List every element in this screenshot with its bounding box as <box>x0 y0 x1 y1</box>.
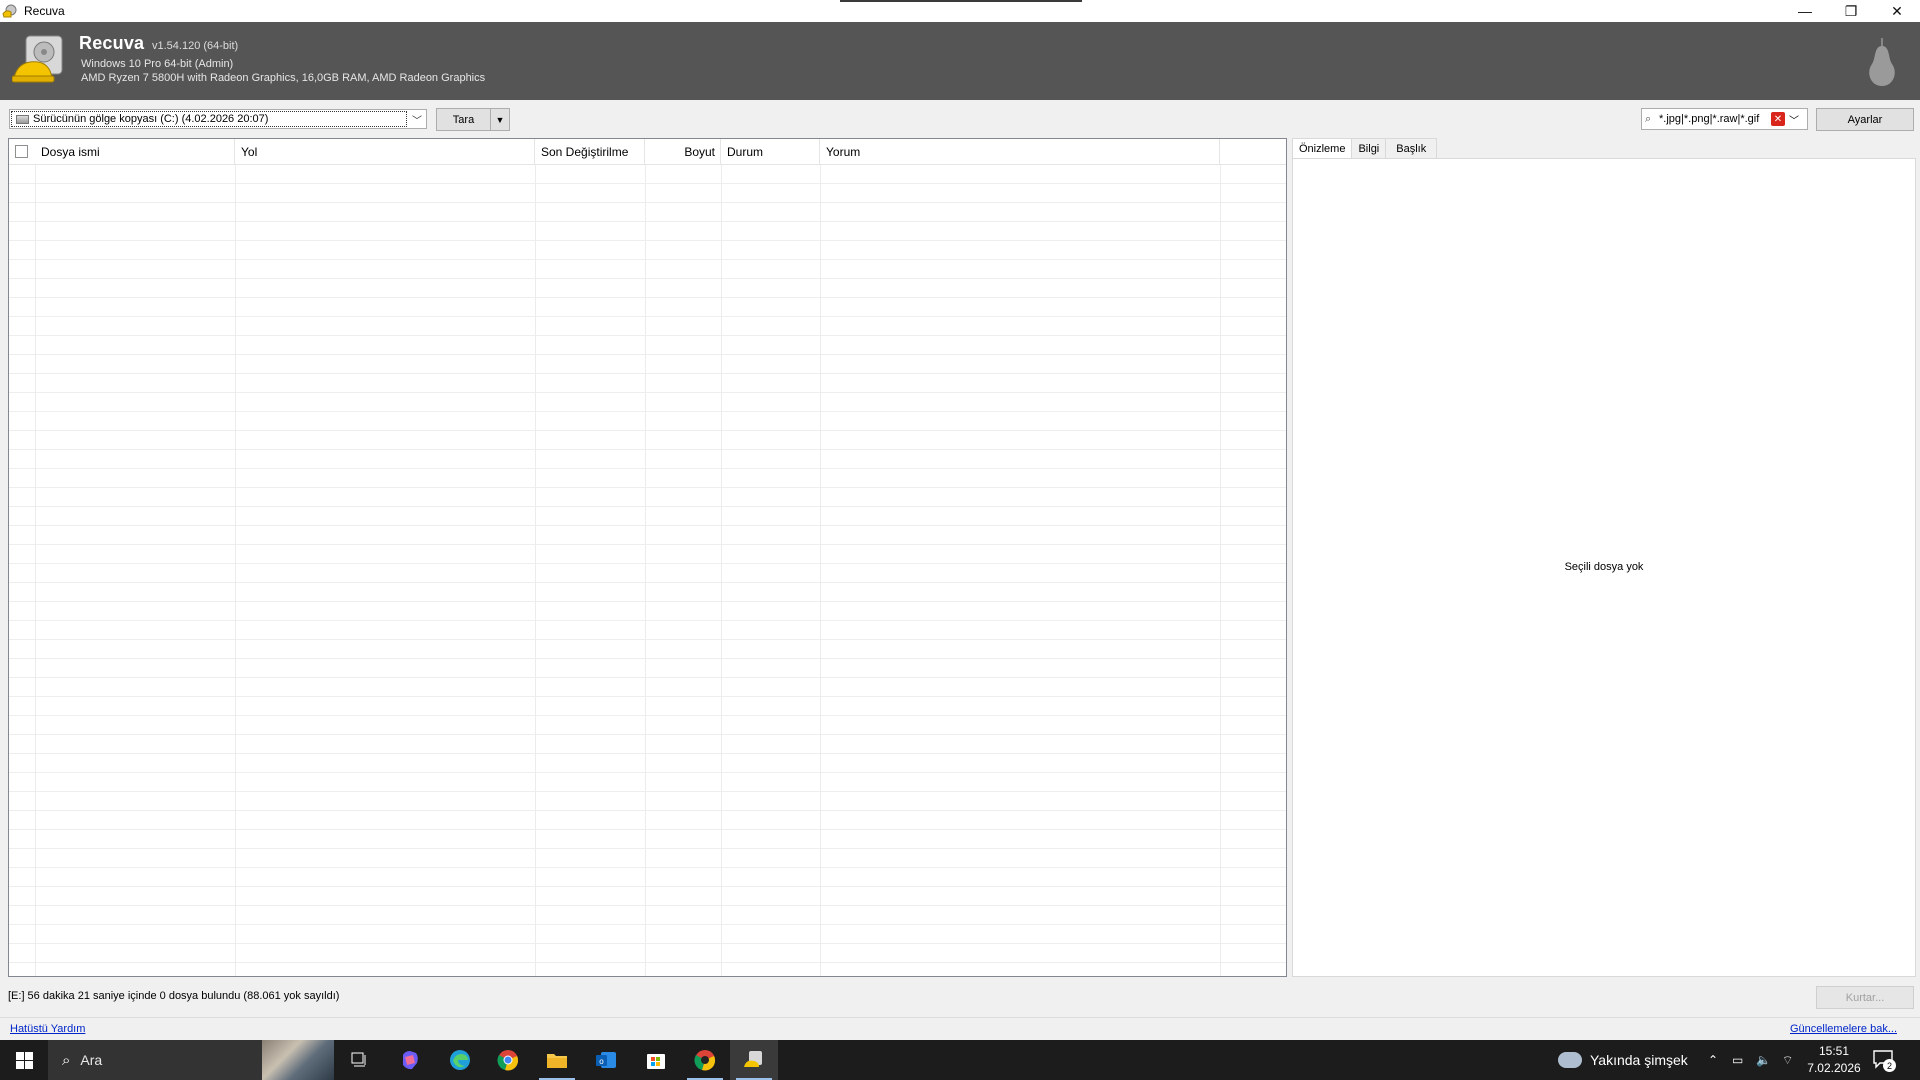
app-header: Recuva v1.54.120 (64-bit) Windows 10 Pro… <box>0 22 1920 100</box>
column-header-comment[interactable]: Yorum <box>820 139 1220 165</box>
chrome-browser-icon[interactable] <box>484 1040 532 1080</box>
drive-select[interactable]: Sürücünün gölge kopyası (C:) (4.02.2026 … <box>9 109 427 129</box>
network-icon[interactable]: ⌔ <box>1782 1040 1793 1080</box>
search-highlight-image[interactable] <box>262 1040 334 1080</box>
tab-header[interactable]: Başlık <box>1385 138 1438 158</box>
hardware-info: AMD Ryzen 7 5800H with Radeon Graphics, … <box>81 72 486 84</box>
preview-empty-message: Seçili dosya yok <box>1564 561 1644 573</box>
taskbar-clock[interactable]: 15:51 7.02.2026 <box>1804 1043 1864 1077</box>
task-view-icon[interactable] <box>336 1040 384 1080</box>
online-help-link[interactable]: Hatüstü Yardım <box>10 1023 85 1035</box>
search-placeholder: Ara <box>80 1052 103 1068</box>
taskbar-search[interactable]: ⌕ Ara <box>48 1040 334 1080</box>
recuva-logo-icon <box>11 32 70 90</box>
recuva-app-icon <box>2 3 18 19</box>
outlook-icon[interactable]: o <box>582 1040 630 1080</box>
check-updates-link[interactable]: Güncellemelere bak... <box>1790 1023 1897 1035</box>
column-divider <box>535 165 536 976</box>
minimize-button[interactable]: — <box>1782 0 1828 22</box>
svg-text:o: o <box>599 1057 604 1066</box>
preview-pane: Seçili dosya yok <box>1292 158 1916 977</box>
drive-select-value: Sürücünün gölge kopyası (C:) (4.02.2026 … <box>33 113 269 125</box>
clock-date: 7.02.2026 <box>1807 1061 1861 1075</box>
close-button[interactable]: ✕ <box>1874 0 1920 22</box>
scan-status-text: [E:] 56 dakika 21 saniye içinde 0 dosya … <box>8 990 340 1002</box>
show-hidden-icons-icon[interactable]: ⌃ <box>1708 1040 1718 1080</box>
column-divider <box>820 165 821 976</box>
column-divider <box>721 165 722 976</box>
edge-browser-icon[interactable] <box>436 1040 484 1080</box>
column-divider <box>645 165 646 976</box>
tab-info[interactable]: Bilgi <box>1351 138 1387 158</box>
clock-time: 15:51 <box>1818 1044 1850 1058</box>
filter-input[interactable]: ⌕ *.jpg|*.png|*.raw|*.gif ✕ ﹀ <box>1641 108 1808 130</box>
window-title: Recuva <box>24 4 65 18</box>
recuva-taskbar-icon[interactable] <box>730 1040 778 1080</box>
drive-select-value-box: Sürücünün gölge kopyası (C:) (4.02.2026 … <box>11 111 407 127</box>
tab-preview[interactable]: Önizleme <box>1292 138 1353 159</box>
column-header-filename[interactable]: Dosya ismi <box>35 139 235 165</box>
select-all-checkbox[interactable] <box>15 145 28 158</box>
column-header-size[interactable]: Boyut <box>645 139 721 165</box>
start-button[interactable] <box>0 1040 48 1080</box>
column-divider <box>235 165 236 976</box>
scan-button-label: Tara <box>452 113 475 126</box>
taskbar: ⌕ Ara o Yakında şimşek ⌃ ▭ 🔈 ⌔ 15:51 7.0… <box>0 1040 1920 1080</box>
volume-icon[interactable]: 🔈 <box>1756 1040 1771 1080</box>
chrome-profile-icon[interactable] <box>681 1040 729 1080</box>
search-icon: ⌕ <box>1645 112 1652 125</box>
column-header-path[interactable]: Yol <box>235 139 535 165</box>
weather-text: Yakında şimşek <box>1590 1052 1688 1068</box>
settings-button[interactable]: Ayarlar <box>1816 108 1914 131</box>
copilot-icon[interactable] <box>386 1040 434 1080</box>
column-divider <box>35 165 36 976</box>
file-list[interactable]: Dosya ismi Yol Son Değiştirilme Boyut Du… <box>8 138 1287 977</box>
scan-button[interactable]: Tara ▼ <box>436 108 510 131</box>
windows-logo-icon <box>15 1051 33 1069</box>
drive-icon <box>16 114 29 124</box>
file-explorer-icon[interactable] <box>533 1040 581 1080</box>
column-header-modified[interactable]: Son Değiştirilme <box>535 139 645 165</box>
preview-tabs: Önizleme Bilgi Başlık <box>1292 138 1438 159</box>
os-info: Windows 10 Pro 64-bit (Admin) <box>81 58 234 70</box>
title-accent-line <box>840 0 1082 2</box>
app-version: v1.54.120 (64-bit) <box>152 40 239 52</box>
weather-widget[interactable]: Yakında şimşek <box>1558 1040 1688 1080</box>
weather-storm-icon <box>1558 1052 1582 1068</box>
chevron-down-icon[interactable]: ﹀ <box>408 112 426 127</box>
search-icon: ⌕ <box>62 1051 71 1069</box>
notification-center-icon[interactable]: 2 <box>1872 1048 1896 1072</box>
column-header-state[interactable]: Durum <box>721 139 820 165</box>
notification-count: 2 <box>1883 1059 1896 1072</box>
filter-dropdown-icon[interactable]: ﹀ <box>1785 112 1803 127</box>
filter-value[interactable]: *.jpg|*.png|*.raw|*.gif <box>1659 113 1771 125</box>
toolbar: Sürücünün gölge kopyası (C:) (4.02.2026 … <box>0 100 1920 136</box>
clear-filter-icon[interactable]: ✕ <box>1771 112 1785 126</box>
piriform-pear-icon <box>1864 32 1900 90</box>
microsoft-store-icon[interactable] <box>632 1040 680 1080</box>
file-list-body[interactable] <box>9 165 1286 976</box>
column-divider <box>1220 165 1221 976</box>
app-name: Recuva <box>79 33 145 53</box>
recover-button[interactable]: Kurtar... <box>1816 986 1914 1009</box>
battery-icon[interactable]: ▭ <box>1732 1040 1743 1080</box>
title-bar: Recuva — ❐ ✕ <box>0 0 1920 22</box>
restore-button[interactable]: ❐ <box>1828 0 1874 22</box>
footer: Hatüstü Yardım Güncellemelere bak... <box>0 1017 1920 1039</box>
scan-dropdown-icon[interactable]: ▼ <box>490 109 509 130</box>
list-header: Dosya ismi Yol Son Değiştirilme Boyut Du… <box>9 139 1286 165</box>
